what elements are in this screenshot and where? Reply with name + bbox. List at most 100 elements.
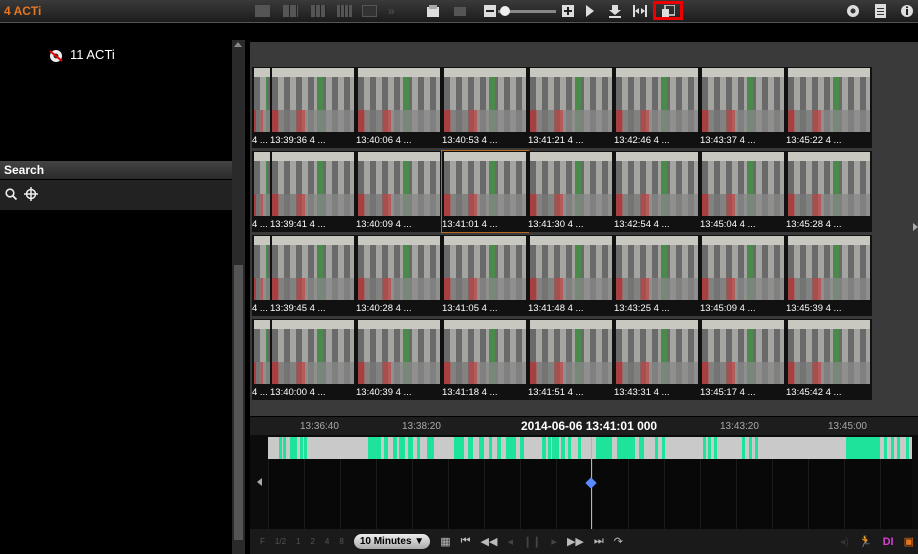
- calendar-icon[interactable]: ▦: [440, 535, 450, 548]
- highlight-box: [653, 1, 683, 20]
- thumbnail-cell[interactable]: 13:45:28 4 ...: [786, 151, 872, 232]
- timeline-gridline: [268, 459, 269, 529]
- camera-tree-item[interactable]: 11 ACTi: [48, 47, 115, 62]
- thumbnail-cell[interactable]: 13:39:36 4 ...: [270, 67, 356, 148]
- speed-option[interactable]: 1/2: [275, 537, 286, 546]
- timeline-gridline: [844, 459, 845, 529]
- skip-end-icon[interactable]: ⏭: [594, 535, 604, 548]
- timeline-gridline: [520, 459, 521, 529]
- speed-option[interactable]: 1: [296, 537, 300, 546]
- motion-segment: [520, 437, 524, 459]
- snapshot-icon[interactable]: [453, 3, 467, 19]
- thumbnail-caption: 13:40:09 4 ...: [356, 219, 412, 230]
- thumbnail-cell[interactable]: 13:42:46 4 ...: [614, 67, 700, 148]
- thumbnail-cell[interactable]: 13:41:01 4 ...: [441, 150, 529, 233]
- thumbnail-image: [702, 236, 784, 300]
- thumbnail-cell[interactable]: 13:43:31 4 ...: [614, 319, 700, 400]
- layout-4x4-button[interactable]: [337, 5, 352, 17]
- fit-width-icon[interactable]: [633, 3, 647, 19]
- loop-icon[interactable]: ↷: [614, 535, 623, 548]
- timeline-gridline: [304, 459, 305, 529]
- thumbnail-cell[interactable]: 13:40:53 4 ...: [442, 67, 528, 148]
- left-scrollbar-thumb[interactable]: [234, 265, 243, 540]
- layout-3x3-button[interactable]: [311, 5, 326, 17]
- skip-start-icon[interactable]: ⏮: [461, 535, 471, 548]
- zoom-slider-handle[interactable]: [500, 6, 510, 16]
- zoom-out-icon[interactable]: [484, 3, 496, 19]
- speed-option[interactable]: 2: [310, 537, 314, 546]
- thumbnail-cell[interactable]: 13:43:37 4 ...: [700, 67, 786, 148]
- thumbnail-cell[interactable]: 13:42:54 4 ...: [614, 151, 700, 232]
- thumbnail-cell[interactable]: 13:41:48 4 ...: [528, 235, 614, 316]
- export-icon[interactable]: [426, 3, 440, 19]
- event-filter-icon[interactable]: ▣: [904, 535, 914, 548]
- thumbnail-cell[interactable]: 13:43:25 4 ...: [614, 235, 700, 316]
- document-icon[interactable]: [875, 3, 886, 19]
- download-icon[interactable]: [609, 3, 621, 19]
- layout-2x2-button[interactable]: [283, 5, 298, 17]
- info-icon[interactable]: [900, 3, 914, 19]
- pause-icon[interactable]: ❙❙: [523, 535, 541, 548]
- expand-icon[interactable]: »: [388, 3, 395, 19]
- thumbnail-cell[interactable]: 13:45:42 4 ...: [786, 319, 872, 400]
- thumbnail-cell[interactable]: 13:41:51 4 ...: [528, 319, 614, 400]
- motion-segment: [568, 437, 571, 459]
- thumbnail-cell[interactable]: 13:45:04 4 ...: [700, 151, 786, 232]
- thumbnail-cell[interactable]: 13:41:30 4 ...: [528, 151, 614, 232]
- thumbnail-cell[interactable]: 13:45:09 4 ...: [700, 235, 786, 316]
- thumbnail-cell[interactable]: 13:41:18 4 ...: [442, 319, 528, 400]
- scroll-up-arrow[interactable]: [234, 42, 242, 47]
- thumbnail-image: [444, 68, 526, 132]
- thumbnail-caption: 13:45:28 4 ...: [786, 219, 842, 230]
- step-back-icon[interactable]: ◂: [507, 535, 513, 548]
- event-lane[interactable]: [268, 459, 912, 529]
- thumbnail-cell[interactable]: 13:39:45 4 ...: [270, 235, 356, 316]
- timeline-gridline: [412, 459, 413, 529]
- play-icon[interactable]: [585, 3, 595, 19]
- fast-forward-icon[interactable]: ▶▶: [567, 535, 584, 548]
- thumbnail-caption: 13:45:04 4 ...: [700, 219, 756, 230]
- search-icon[interactable]: [5, 188, 17, 200]
- settings-gear-icon[interactable]: [846, 3, 860, 19]
- thumbnail-cell[interactable]: 13:41:05 4 ...: [442, 235, 528, 316]
- motion-filter-icon[interactable]: 🏃: [859, 535, 873, 548]
- timeline-gridline: [700, 459, 701, 529]
- di-filter-badge[interactable]: DI: [883, 536, 894, 548]
- thumbnail-caption: 13:39:45 4 ...: [270, 303, 326, 314]
- thumbnail-cell[interactable]: 13:40:09 4 ...: [356, 151, 442, 232]
- motion-segment: [300, 437, 303, 459]
- thumbnail-cell[interactable]: 13:45:17 4 ...: [700, 319, 786, 400]
- timeline-gridline: [376, 459, 377, 529]
- motion-segment: [489, 437, 492, 459]
- step-forward-icon[interactable]: ▸: [551, 535, 557, 548]
- timeline-gridline: [808, 459, 809, 529]
- thumbnail-cell[interactable]: 13:45:22 4 ...: [786, 67, 872, 148]
- thumbnail-caption: 13:43:25 4 ...: [614, 303, 670, 314]
- thumbnail-image: [702, 320, 784, 384]
- thumbnail-cell[interactable]: 13:40:00 4 ...: [270, 319, 356, 400]
- rewind-icon[interactable]: ◀◀: [481, 535, 498, 548]
- interval-dropdown[interactable]: 10 Minutes ▼: [353, 534, 431, 549]
- thumbnail-cell[interactable]: 13:40:39 4 ...: [356, 319, 442, 400]
- thumbnail-cell[interactable]: 13:45:39 4 ...: [786, 235, 872, 316]
- audio-icon[interactable]: ◂): [840, 535, 849, 548]
- motion-segment: [417, 437, 420, 459]
- thumbnail-cell[interactable]: 13:40:28 4 ...: [356, 235, 442, 316]
- thumbnail-image: [272, 236, 354, 300]
- speed-option[interactable]: 8: [339, 537, 343, 546]
- zoom-in-icon[interactable]: [562, 3, 574, 19]
- thumbnail-caption: 13:41:05 4 ...: [442, 303, 498, 314]
- thumbnail-image: [702, 68, 784, 132]
- thumbnail-caption: 13:41:18 4 ...: [442, 387, 498, 398]
- crosshair-icon[interactable]: [24, 187, 38, 201]
- speed-option[interactable]: 4: [325, 537, 329, 546]
- layout-1x1-button[interactable]: [255, 5, 270, 17]
- thumbnail-caption: 13:45:42 4 ...: [786, 387, 842, 398]
- recording-bar[interactable]: [268, 437, 912, 459]
- thumbnail-cell[interactable]: 13:41:21 4 ...: [528, 67, 614, 148]
- timeline-prev-arrow[interactable]: [257, 478, 262, 486]
- thumbnail-cell[interactable]: 13:39:41 4 ...: [270, 151, 356, 232]
- timeline-gridline: [628, 459, 629, 529]
- thumbnail-cell[interactable]: 13:40:06 4 ...: [356, 67, 442, 148]
- layout-custom-button[interactable]: [362, 5, 377, 17]
